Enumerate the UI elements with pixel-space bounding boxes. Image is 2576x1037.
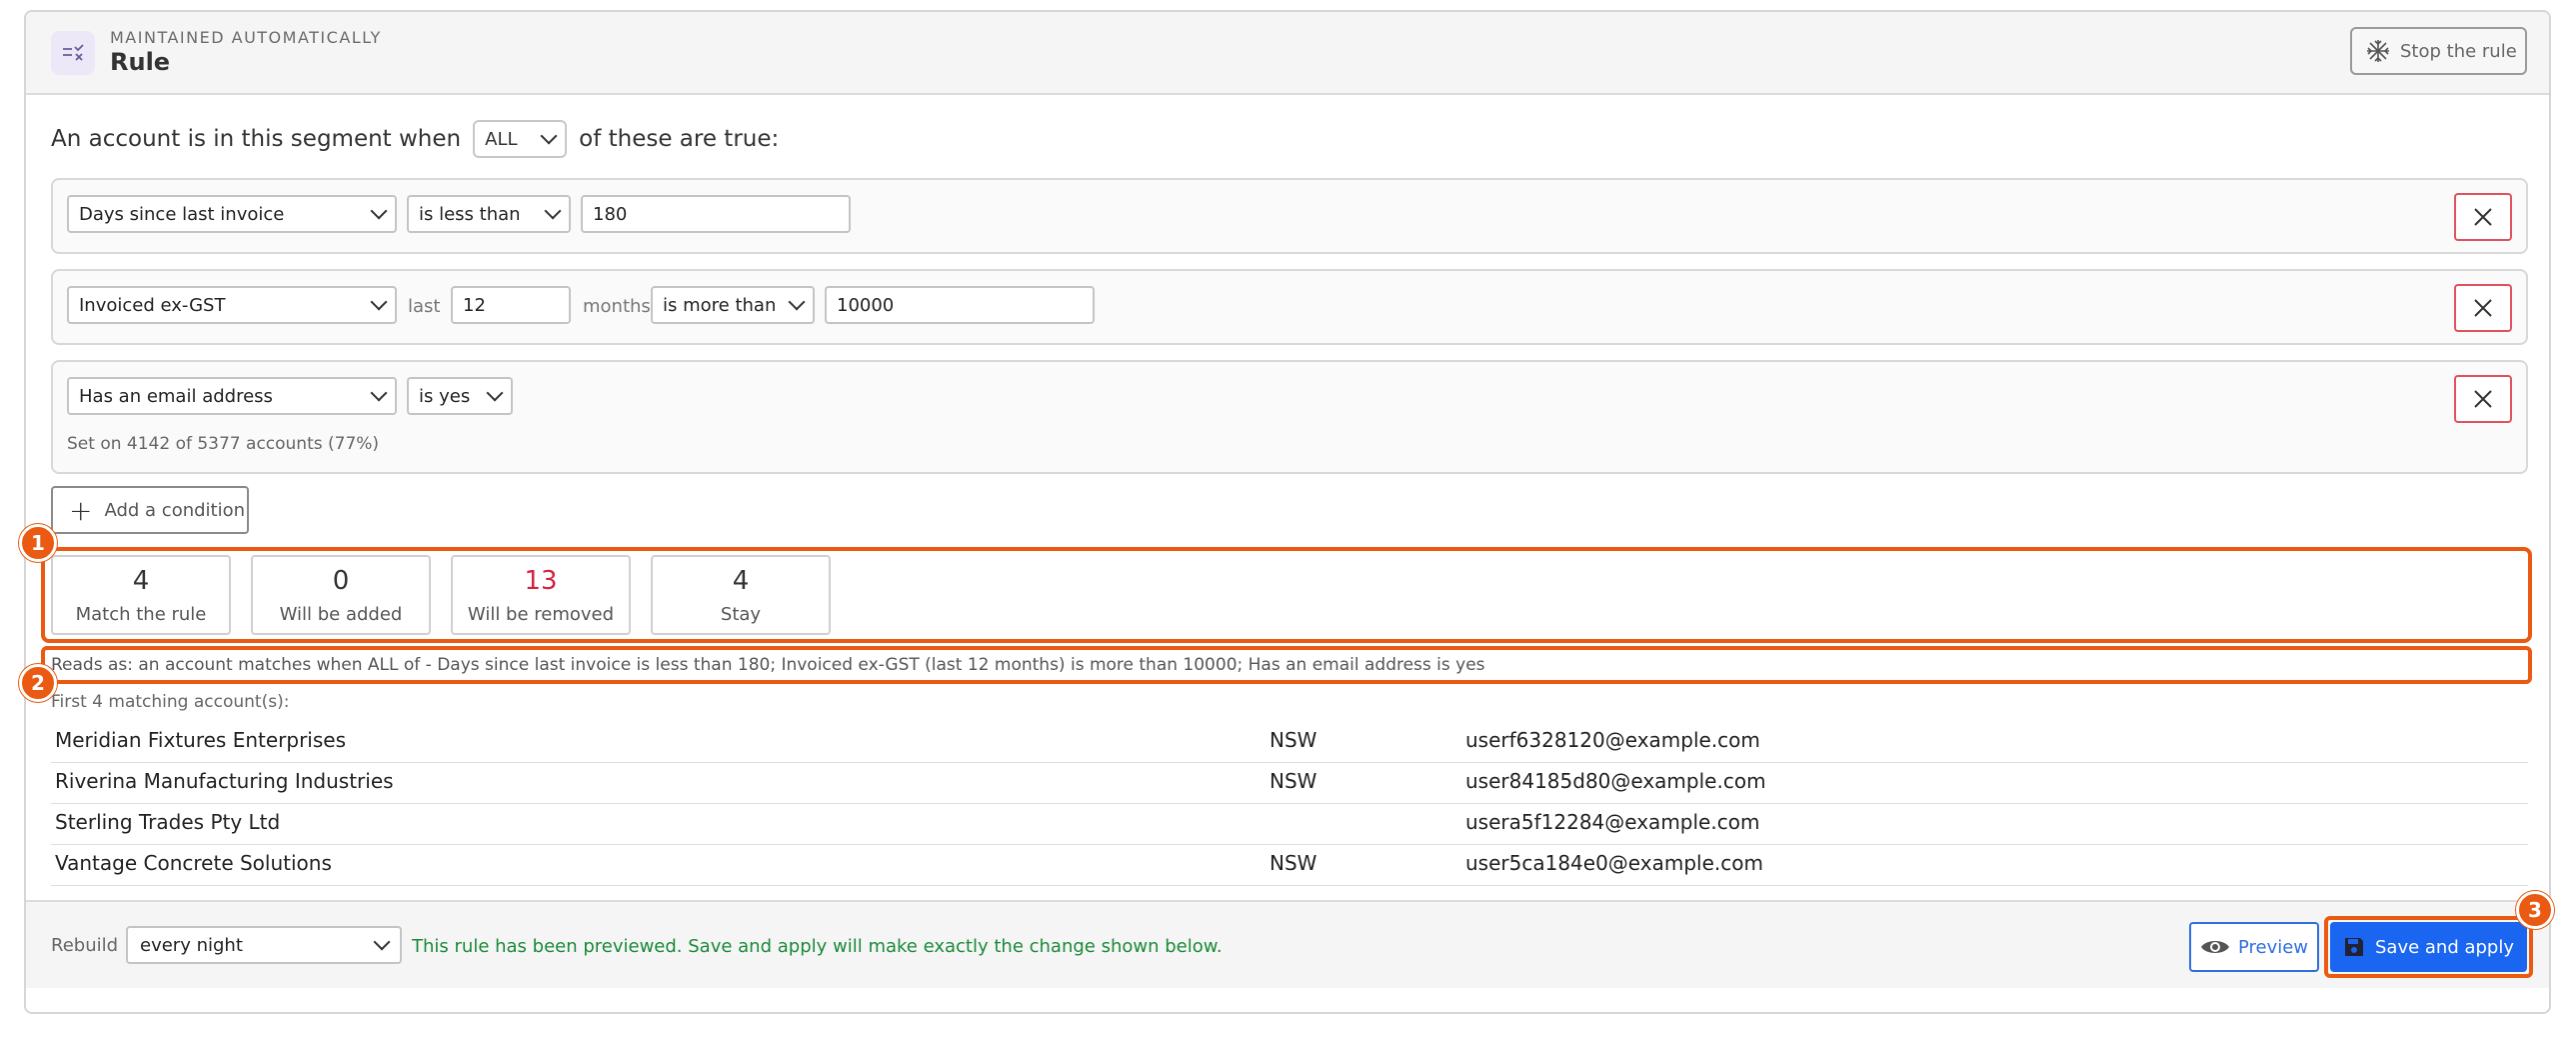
eye-icon bbox=[2200, 941, 2229, 953]
account-state: NSW bbox=[1270, 728, 1317, 752]
chevron-down-icon bbox=[788, 293, 806, 311]
condition-value-input[interactable]: 10000 bbox=[825, 286, 1095, 324]
header-kicker: MAINTAINED AUTOMATICALLY bbox=[110, 28, 382, 47]
condition-row: Has an email address is yes Set on 4142 … bbox=[51, 360, 2528, 474]
remove-condition-button[interactable] bbox=[2454, 193, 2512, 241]
stat-value: 13 bbox=[524, 566, 558, 596]
account-name: Sterling Trades Pty Ltd bbox=[55, 810, 281, 834]
table-row: Meridian Fixtures Enterprises NSW userf6… bbox=[51, 722, 2528, 763]
stat-value: 4 bbox=[732, 566, 750, 596]
period-unit-label: months bbox=[583, 296, 651, 317]
table-row: Riverina Manufacturing Industries NSW us… bbox=[51, 763, 2528, 804]
reads-as-text: Reads as: an account matches when ALL of… bbox=[51, 655, 1485, 675]
rule-list-icon bbox=[51, 31, 95, 75]
condition-row: Days since last invoice is less than 180 bbox=[51, 178, 2528, 254]
rule-footer: Rebuild every night This rule has been p… bbox=[26, 900, 2549, 988]
table-row: Vantage Concrete Solutions NSW user5ca18… bbox=[51, 845, 2528, 886]
annotation-badge: 3 bbox=[2516, 891, 2554, 929]
matching-accounts-label: First 4 matching account(s): bbox=[51, 692, 290, 712]
save-and-apply-label: Save and apply bbox=[2374, 936, 2515, 958]
stat-caption: Will be removed bbox=[467, 604, 615, 625]
snowflake-icon bbox=[2367, 40, 2389, 62]
account-name: Riverina Manufacturing Industries bbox=[55, 769, 394, 793]
condition-field-value: Invoiced ex-GST bbox=[79, 294, 226, 316]
chevron-down-icon bbox=[370, 202, 388, 220]
add-condition-label: Add a condition bbox=[104, 499, 246, 521]
condition-operator-select[interactable]: is less than bbox=[407, 195, 571, 233]
close-icon bbox=[2474, 208, 2492, 226]
segment-intro: An account is in this segment when ALL o… bbox=[51, 120, 779, 158]
stat-match: 4 Match the rule bbox=[51, 555, 231, 635]
chevron-down-icon bbox=[544, 202, 562, 220]
condition-operator-select[interactable]: is more than bbox=[651, 286, 815, 324]
condition-operator-value: is yes bbox=[419, 385, 471, 407]
stat-value: 0 bbox=[332, 566, 350, 596]
chevron-down-icon bbox=[540, 127, 558, 145]
intro-suffix: of these are true: bbox=[579, 126, 780, 152]
condition-operator-value: is less than bbox=[419, 203, 521, 225]
stop-rule-button[interactable]: Stop the rule bbox=[2350, 27, 2527, 75]
rebuild-value: every night bbox=[140, 934, 243, 956]
account-email: usera5f12284@example.com bbox=[1465, 810, 1760, 834]
match-mode-value: ALL bbox=[485, 128, 518, 150]
condition-value-input[interactable]: 180 bbox=[581, 195, 851, 233]
rebuild-label: Rebuild bbox=[51, 935, 119, 956]
period-last-label: last bbox=[408, 296, 441, 317]
stop-rule-label: Stop the rule bbox=[2400, 40, 2517, 62]
account-email: user84185d80@example.com bbox=[1465, 769, 1766, 793]
stat-caption: Match the rule bbox=[75, 604, 207, 625]
stat-caption: Stay bbox=[720, 604, 762, 625]
rule-card: MAINTAINED AUTOMATICALLY Rule Stop the r… bbox=[24, 10, 2551, 1014]
preview-button[interactable]: Preview bbox=[2189, 922, 2319, 972]
match-mode-select[interactable]: ALL bbox=[473, 120, 568, 158]
condition-row: Invoiced ex-GST last 12 months is more t… bbox=[51, 269, 2528, 345]
remove-condition-button[interactable] bbox=[2454, 375, 2512, 423]
period-value-input[interactable]: 12 bbox=[451, 286, 571, 324]
preview-status-message: This rule has been previewed. Save and a… bbox=[412, 936, 1223, 957]
condition-field-select[interactable]: Has an email address bbox=[67, 377, 397, 415]
rule-header: MAINTAINED AUTOMATICALLY Rule Stop the r… bbox=[26, 12, 2549, 95]
account-state: NSW bbox=[1270, 769, 1317, 793]
table-row: Sterling Trades Pty Ltd usera5f12284@exa… bbox=[51, 804, 2528, 845]
preview-label: Preview bbox=[2237, 936, 2309, 958]
condition-operator-select[interactable]: is yes bbox=[407, 377, 513, 415]
add-condition-button[interactable]: + Add a condition bbox=[51, 486, 249, 534]
stat-caption: Will be added bbox=[279, 604, 403, 625]
annotation-badge: 2 bbox=[19, 664, 57, 702]
chevron-down-icon bbox=[370, 384, 388, 402]
remove-condition-button[interactable] bbox=[2454, 284, 2512, 332]
coverage-note: Set on 4142 of 5377 accounts (77%) bbox=[67, 434, 380, 454]
account-state: NSW bbox=[1270, 851, 1317, 875]
condition-field-value: Days since last invoice bbox=[79, 203, 285, 225]
page-title: Rule bbox=[110, 48, 171, 76]
condition-field-select[interactable]: Days since last invoice bbox=[67, 195, 397, 233]
close-icon bbox=[2474, 299, 2492, 317]
rebuild-select[interactable]: every night bbox=[126, 926, 402, 964]
condition-field-value: Has an email address bbox=[79, 385, 273, 407]
close-icon bbox=[2474, 390, 2492, 408]
chevron-down-icon bbox=[370, 293, 388, 311]
stat-value: 4 bbox=[132, 566, 150, 596]
save-icon bbox=[2344, 938, 2363, 956]
account-email: user5ca184e0@example.com bbox=[1465, 851, 1763, 875]
condition-field-select[interactable]: Invoiced ex-GST bbox=[67, 286, 397, 324]
plus-icon: + bbox=[69, 493, 93, 527]
intro-prefix: An account is in this segment when bbox=[51, 126, 462, 152]
matching-accounts-table: Meridian Fixtures Enterprises NSW userf6… bbox=[51, 722, 2528, 886]
condition-operator-value: is more than bbox=[663, 294, 777, 316]
account-name: Meridian Fixtures Enterprises bbox=[55, 728, 347, 752]
stat-added: 0 Will be added bbox=[251, 555, 431, 635]
account-name: Vantage Concrete Solutions bbox=[55, 851, 332, 875]
chevron-down-icon bbox=[486, 384, 504, 402]
stat-stay: 4 Stay bbox=[651, 555, 831, 635]
chevron-down-icon bbox=[373, 933, 391, 951]
account-email: userf6328120@example.com bbox=[1465, 728, 1760, 752]
annotation-badge: 1 bbox=[19, 524, 57, 562]
save-and-apply-button[interactable]: Save and apply bbox=[2330, 922, 2527, 972]
stat-removed: 13 Will be removed bbox=[451, 555, 631, 635]
